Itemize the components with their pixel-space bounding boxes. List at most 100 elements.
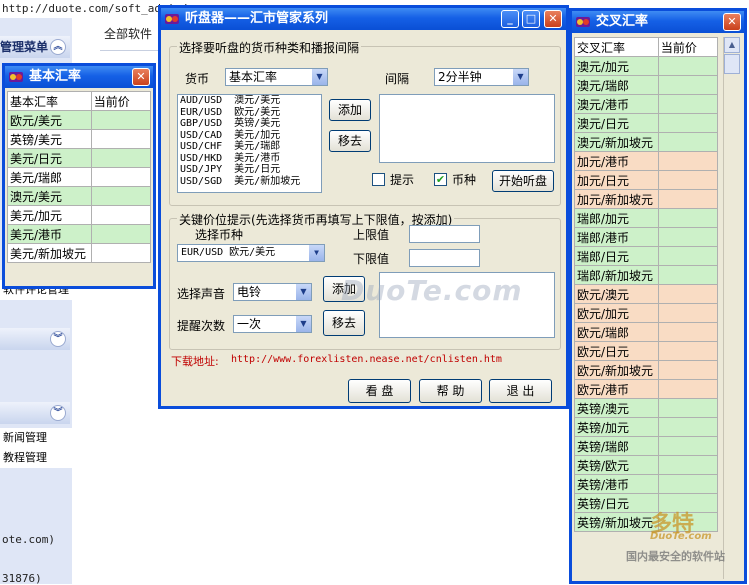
price-cell[interactable] — [90, 110, 152, 130]
currency-list-item[interactable]: AUD/USD 澳元/美元 — [178, 95, 321, 107]
pair-name-cell[interactable]: 英镑/加元 — [574, 417, 659, 437]
pair-name-cell[interactable]: 英镑/新加坡元 — [574, 512, 659, 532]
pair-name-cell[interactable]: 澳元/加元 — [574, 56, 659, 76]
currency-list-item[interactable]: USD/JPY 美元/日元 — [178, 164, 321, 176]
times-select[interactable]: 一次 ▼ — [233, 315, 312, 333]
currency-checkbox[interactable]: ✔ — [434, 173, 447, 186]
minimize-icon[interactable]: _ — [501, 10, 519, 28]
dropdown-arrow-icon[interactable]: ▼ — [296, 284, 311, 300]
currency-list-item[interactable]: USD/CAD 美元/加元 — [178, 130, 321, 142]
vertical-scrollbar[interactable]: ▲ — [723, 37, 741, 579]
rate-row[interactable]: 英镑/美元 — [7, 129, 152, 149]
pair-name-cell[interactable]: 欧元/日元 — [574, 341, 659, 361]
rate-row[interactable]: 澳元/新加坡元 — [574, 132, 719, 152]
pair-name-cell[interactable]: 英镑/澳元 — [574, 398, 659, 418]
main-titlebar[interactable]: 听盘器——汇市管家系列 _ □ ✕ — [161, 8, 566, 30]
rate-row[interactable]: 加元/港币 — [574, 151, 719, 171]
price-cell[interactable] — [90, 167, 152, 187]
maximize-icon[interactable]: □ — [522, 10, 540, 28]
column-header[interactable]: 当前价 — [657, 37, 719, 57]
rate-row[interactable]: 美元/新加坡元 — [7, 243, 152, 263]
pair-name-cell[interactable]: 加元/日元 — [574, 170, 659, 190]
currency-type-select[interactable]: 基本汇率 ▼ — [225, 68, 328, 86]
rate-row[interactable]: 瑞郎/港币 — [574, 227, 719, 247]
pair-name-cell[interactable]: 英镑/港币 — [574, 474, 659, 494]
pair-name-cell[interactable]: 欧元/美元 — [7, 110, 92, 130]
currency-list-item[interactable]: USD/HKD 美元/港币 — [178, 153, 321, 165]
pair-name-cell[interactable]: 美元/新加坡元 — [7, 243, 92, 263]
pair-name-cell[interactable]: 澳元/港币 — [574, 94, 659, 114]
rate-row[interactable]: 瑞郎/日元 — [574, 246, 719, 266]
pair-name-cell[interactable]: 加元/港币 — [574, 151, 659, 171]
pair-name-cell[interactable]: 欧元/新加坡元 — [574, 360, 659, 380]
column-header[interactable]: 基本汇率 — [7, 91, 92, 111]
close-icon[interactable]: ✕ — [723, 13, 741, 31]
all-software-tab[interactable]: 全部软件 — [104, 25, 152, 42]
hint-checkbox[interactable] — [372, 173, 385, 186]
pair-name-cell[interactable]: 瑞郎/加元 — [574, 208, 659, 228]
rate-row[interactable]: 澳元/瑞郎 — [574, 75, 719, 95]
rate-row[interactable]: 英镑/日元 — [574, 493, 719, 513]
cross-rate-titlebar[interactable]: 交叉汇率 ✕ — [572, 11, 744, 33]
price-cell[interactable] — [657, 360, 719, 380]
remove-alert-button[interactable]: 移去 — [323, 310, 365, 336]
price-cell[interactable] — [657, 398, 719, 418]
admin-menu-header[interactable]: 管理菜单 ︽ — [0, 36, 70, 58]
rate-row[interactable]: 英镑/欧元 — [574, 455, 719, 475]
rate-row[interactable]: 英镑/港币 — [574, 474, 719, 494]
price-cell[interactable] — [90, 224, 152, 244]
close-icon[interactable]: ✕ — [132, 68, 150, 86]
pair-name-cell[interactable]: 瑞郎/港币 — [574, 227, 659, 247]
rate-row[interactable]: 瑞郎/新加坡元 — [574, 265, 719, 285]
sound-select[interactable]: 电铃 ▼ — [233, 283, 312, 301]
price-cell[interactable] — [657, 151, 719, 171]
price-cell[interactable] — [657, 322, 719, 342]
interval-select[interactable]: 2分半钟 ▼ — [434, 68, 529, 86]
view-quote-button[interactable]: 看 盘 — [348, 379, 411, 403]
price-cell[interactable] — [90, 148, 152, 168]
pair-name-cell[interactable]: 加元/新加坡元 — [574, 189, 659, 209]
currency-list-item[interactable]: USD/CHF 美元/瑞郎 — [178, 141, 321, 153]
rate-row[interactable]: 欧元/加元 — [574, 303, 719, 323]
price-cell[interactable] — [657, 303, 719, 323]
rate-row[interactable]: 欧元/日元 — [574, 341, 719, 361]
pair-name-cell[interactable]: 欧元/加元 — [574, 303, 659, 323]
pair-name-cell[interactable]: 英镑/日元 — [574, 493, 659, 513]
price-cell[interactable] — [657, 284, 719, 304]
price-cell[interactable] — [657, 246, 719, 266]
rate-row[interactable]: 美元/日元 — [7, 148, 152, 168]
pair-name-cell[interactable]: 美元/瑞郎 — [7, 167, 92, 187]
price-cell[interactable] — [657, 208, 719, 228]
price-cell[interactable] — [657, 75, 719, 95]
price-cell[interactable] — [657, 436, 719, 456]
key-currency-select[interactable]: EUR/USD 欧元/美元 ▼ — [177, 244, 325, 262]
column-header[interactable]: 交叉汇率 — [574, 37, 659, 57]
currency-listbox[interactable]: AUD/USD 澳元/美元 EUR/USD 欧元/美元 GBP/USD 英镑/美元 U… — [177, 94, 322, 193]
pair-name-cell[interactable]: 欧元/港币 — [574, 379, 659, 399]
price-cell[interactable] — [90, 129, 152, 149]
rate-row[interactable]: 欧元/美元 — [7, 110, 152, 130]
price-cell[interactable] — [90, 243, 152, 263]
pair-name-cell[interactable]: 欧元/澳元 — [574, 284, 659, 304]
currency-list-item[interactable]: USD/SGD 美元/新加坡元 — [178, 176, 321, 188]
rate-row[interactable]: 欧元/瑞郎 — [574, 322, 719, 342]
collapse-chevron-icon[interactable]: ︾ — [50, 331, 66, 347]
rate-row[interactable]: 英镑/新加坡元 — [574, 512, 719, 532]
rate-row[interactable]: 加元/日元 — [574, 170, 719, 190]
currency-list-item[interactable]: EUR/USD 欧元/美元 — [178, 107, 321, 119]
rate-row[interactable]: 英镑/澳元 — [574, 398, 719, 418]
rate-row[interactable]: 欧元/港币 — [574, 379, 719, 399]
tutorial-menu-item[interactable]: 教程管理 — [0, 448, 73, 468]
remove-currency-button[interactable]: 移去 — [329, 130, 371, 152]
price-cell[interactable] — [657, 474, 719, 494]
pair-name-cell[interactable]: 澳元/美元 — [7, 186, 92, 206]
collapse-chevron-icon[interactable]: ︾ — [50, 405, 66, 421]
pair-name-cell[interactable]: 澳元/新加坡元 — [574, 132, 659, 152]
scroll-up-icon[interactable]: ▲ — [724, 37, 740, 53]
pair-name-cell[interactable]: 澳元/日元 — [574, 113, 659, 133]
rate-row[interactable]: 澳元/加元 — [574, 56, 719, 76]
collapse-chevron-icon[interactable]: ︽ — [50, 39, 66, 55]
dropdown-arrow-icon[interactable]: ▼ — [296, 316, 311, 332]
dropdown-arrow-icon[interactable]: ▼ — [312, 69, 327, 85]
rate-row[interactable]: 澳元/美元 — [7, 186, 152, 206]
